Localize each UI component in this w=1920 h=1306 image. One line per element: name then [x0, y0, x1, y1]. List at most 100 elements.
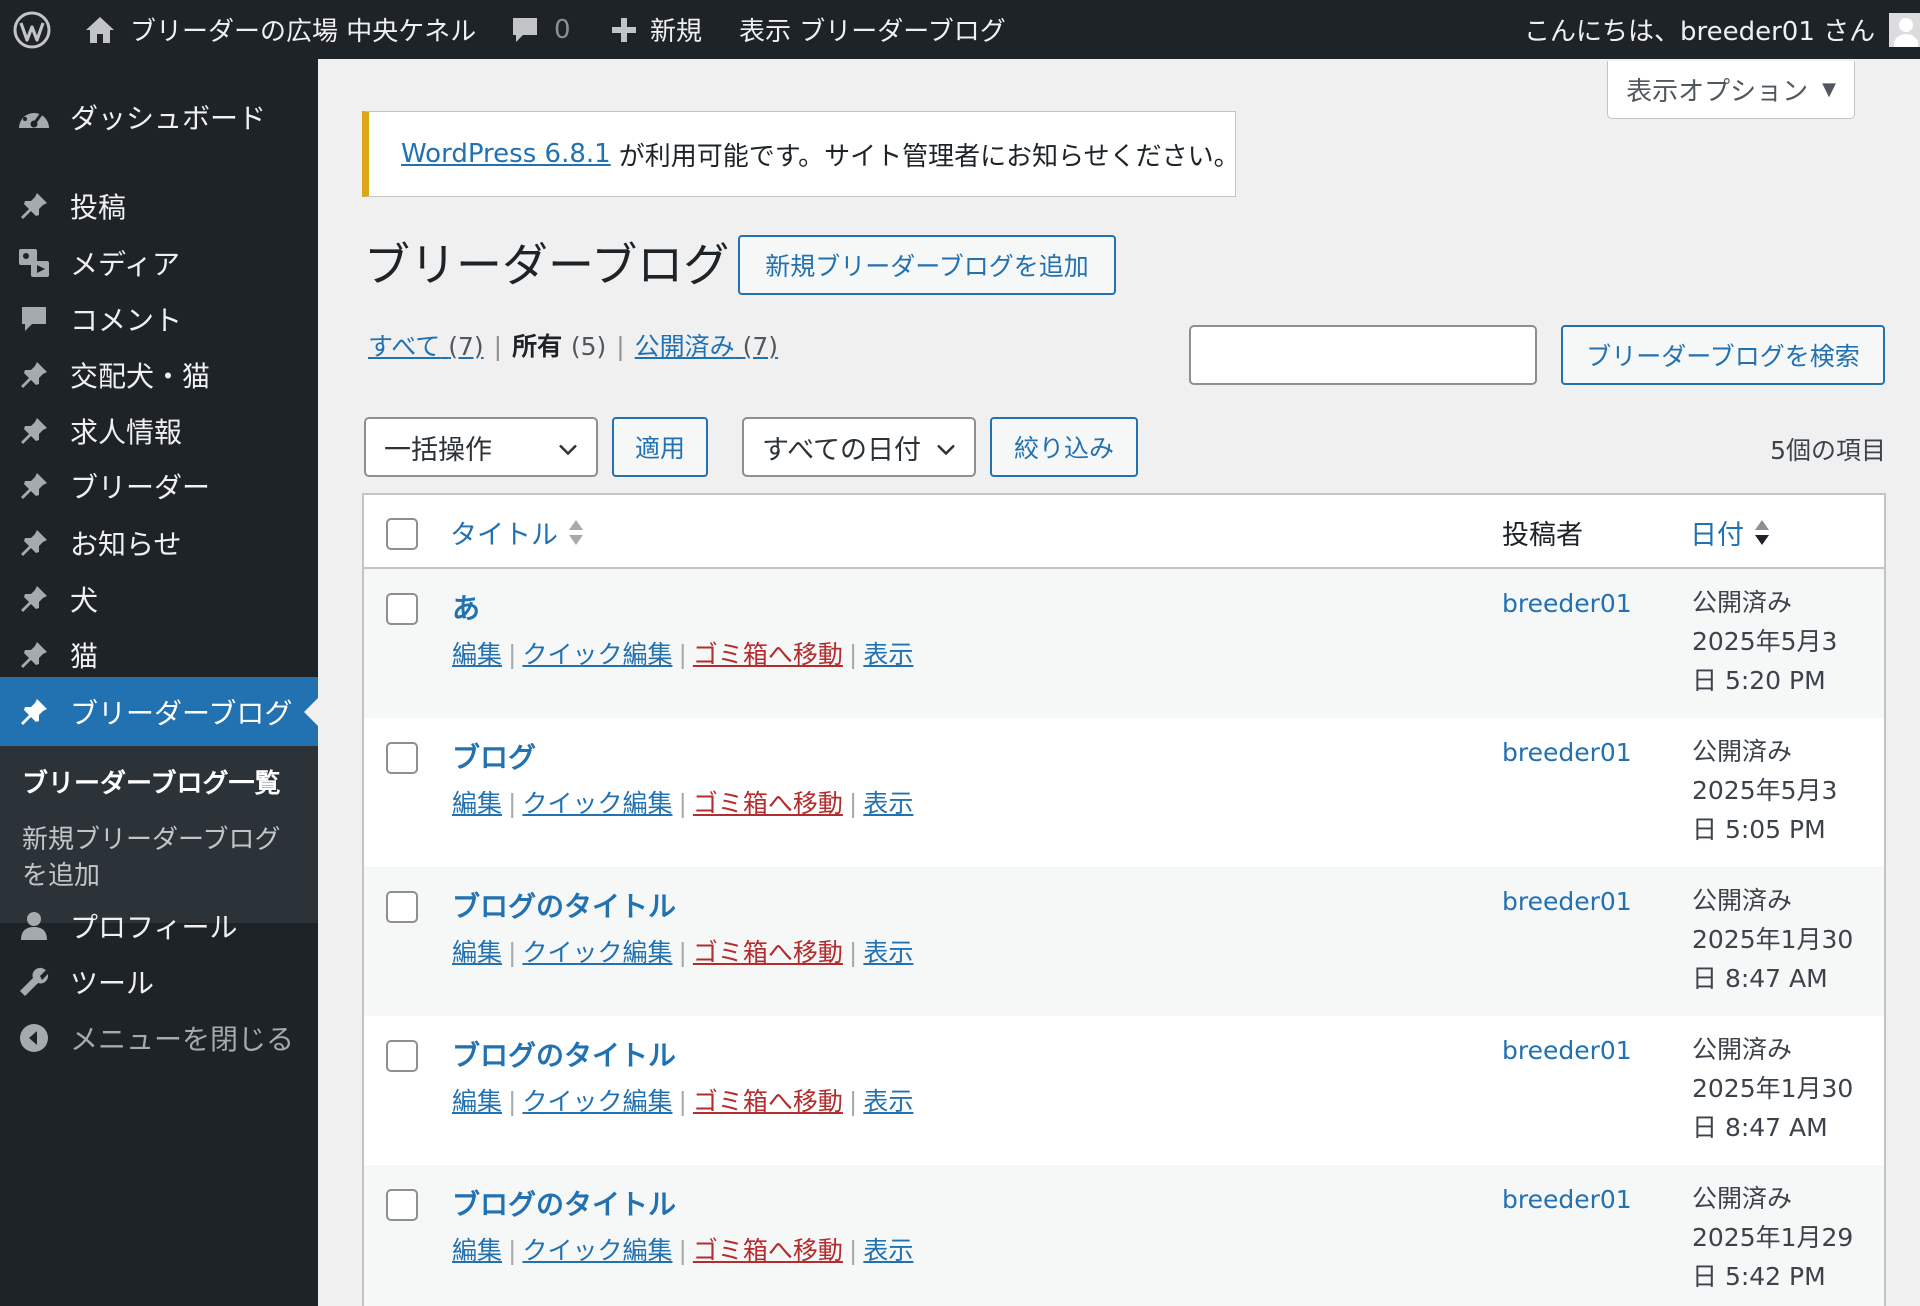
bulk-action-value: 一括操作 [384, 434, 492, 466]
edit-link[interactable]: 編集 [452, 1087, 502, 1116]
quick-edit-link[interactable]: クイック編集 [522, 938, 672, 967]
search-input[interactable] [1189, 325, 1537, 385]
column-date-label: 日付 [1690, 520, 1744, 551]
post-date: 公開済み 2025年5月3 日 5:20 PM [1692, 583, 1872, 700]
separator: | [508, 789, 517, 818]
edit-link[interactable]: 編集 [452, 938, 502, 967]
separator: | [678, 640, 687, 669]
table-row: ブログのタイトル 編集 | クイック編集 | ゴミ箱へ移動 | 表示 breeder01 公… [364, 1165, 1884, 1306]
separator: | [616, 332, 625, 361]
sort-by-title[interactable]: タイトル [450, 513, 584, 552]
author-link[interactable]: breeder01 [1502, 589, 1632, 618]
post-title-link[interactable]: ブログ [452, 736, 536, 776]
edit-link[interactable]: 編集 [452, 640, 502, 669]
row-checkbox[interactable] [386, 891, 418, 923]
filter-mine-link[interactable]: 所有 (5) [512, 332, 606, 361]
trash-link[interactable]: ゴミ箱へ移動 [693, 938, 843, 967]
bulk-action-select[interactable]: 一括操作 [364, 417, 598, 477]
avatar [1889, 12, 1920, 47]
sort-by-date[interactable]: 日付 [1690, 513, 1770, 552]
separator: | [508, 938, 517, 967]
comment-bubble-icon [510, 15, 540, 45]
date-line-2: 日 5:05 PM [1692, 815, 1826, 844]
menu-label: メディア [70, 248, 181, 281]
post-status: 公開済み [1692, 1035, 1793, 1064]
menu-label: お知らせ [70, 528, 182, 561]
post-title-link[interactable]: ブログのタイトル [452, 885, 676, 925]
menu-label: プロフィール [70, 911, 238, 944]
table-row: ブログ 編集 | クイック編集 | ゴミ箱へ移動 | 表示 breeder01 公開済み 2… [364, 718, 1884, 867]
trash-link[interactable]: ゴミ箱へ移動 [693, 640, 843, 669]
trash-link[interactable]: ゴミ箱へ移動 [693, 1087, 843, 1116]
edit-link[interactable]: 編集 [452, 1236, 502, 1265]
quick-edit-link[interactable]: クイック編集 [522, 789, 672, 818]
comment-icon [16, 301, 52, 337]
view-link[interactable]: 表示 [863, 1087, 913, 1116]
pin-icon [16, 413, 52, 449]
table-row: ブログのタイトル 編集 | クイック編集 | ゴミ箱へ移動 | 表示 breeder01 公… [364, 1016, 1884, 1165]
screen-options-button[interactable]: 表示オプション ▼ [1607, 61, 1855, 119]
notice-message: が利用可能です。サイト管理者にお知らせください。 [618, 141, 1240, 172]
row-checkbox[interactable] [386, 1040, 418, 1072]
apply-button[interactable]: 適用 [612, 417, 708, 477]
menu-label: コメント [70, 304, 183, 337]
home-icon [84, 15, 116, 45]
wordpress-logo-icon[interactable] [12, 0, 52, 59]
post-title-link[interactable]: あ [452, 587, 480, 627]
trash-link[interactable]: ゴミ箱へ移動 [693, 789, 843, 818]
my-account-link[interactable]: こんにちは、breeder01 さん [1524, 0, 1920, 59]
quick-edit-link[interactable]: クイック編集 [522, 1236, 672, 1265]
filter-mine-label: 所有 [512, 332, 563, 361]
author-link[interactable]: breeder01 [1502, 887, 1632, 916]
quick-edit-link[interactable]: クイック編集 [522, 640, 672, 669]
add-new-button[interactable]: 新規ブリーダーブログを追加 [738, 235, 1116, 295]
edit-link[interactable]: 編集 [452, 789, 502, 818]
filter-button[interactable]: 絞り込み [990, 417, 1138, 477]
row-checkbox[interactable] [386, 742, 418, 774]
separator: | [848, 1236, 858, 1265]
quick-edit-link[interactable]: クイック編集 [522, 1087, 672, 1116]
view-link[interactable]: 表示 [863, 789, 913, 818]
row-checkbox[interactable] [386, 593, 418, 625]
date-filter-select[interactable]: すべての日付 [742, 417, 976, 477]
filter-published-link[interactable]: 公開済み (7) [635, 332, 778, 361]
collapse-arrow-icon [16, 1020, 52, 1056]
view-link[interactable]: 表示 [863, 1236, 913, 1265]
new-content-link[interactable]: 新規 [610, 0, 702, 59]
filter-published-label: 公開済み [634, 332, 735, 361]
view-post-link[interactable]: 表示 ブリーダーブログ [739, 0, 1006, 59]
submenu-blog-list[interactable]: ブリーダーブログ一覧 [22, 766, 292, 802]
post-title-link[interactable]: ブログのタイトル [452, 1183, 676, 1223]
post-date: 公開済み 2025年5月3 日 5:05 PM [1692, 732, 1872, 849]
collapse-menu-button[interactable]: メニューを閉じる [0, 1004, 318, 1072]
row-checkbox[interactable] [386, 1189, 418, 1221]
separator: | [678, 938, 687, 967]
menu-label: 投稿 [70, 191, 127, 224]
date-line-1: 2025年5月3 [1692, 627, 1838, 656]
separator: | [848, 640, 858, 669]
trash-link[interactable]: ゴミ箱へ移動 [693, 1236, 843, 1265]
comments-link[interactable]: 0 [510, 0, 571, 59]
posts-table: タイトル 投稿者 日付 あ 編集|クイック編集|ゴミ箱へ移動|表示 [362, 493, 1886, 1306]
menu-label: ブリーダーブログ [70, 696, 293, 730]
submenu-add-new[interactable]: 新規ブリーダーブログを追加 [22, 822, 292, 894]
author-link[interactable]: breeder01 [1502, 1036, 1632, 1065]
select-all-checkbox[interactable] [386, 518, 418, 550]
menu-dashboard[interactable]: ダッシュボード [0, 83, 318, 151]
author-link[interactable]: breeder01 [1502, 1185, 1632, 1214]
greeting-label: こんにちは、breeder01 さん [1524, 17, 1876, 47]
view-link[interactable]: 表示 [863, 640, 913, 669]
menu-label: 求人情報 [70, 416, 183, 449]
site-name-link[interactable]: ブリーダーの広場 中央ケネル [84, 0, 476, 59]
separator: | [848, 938, 858, 967]
menu-breeder-blog[interactable]: ブリーダーブログ [0, 677, 318, 746]
filter-all-link[interactable]: すべて (7) [368, 332, 484, 361]
separator: | [848, 789, 858, 818]
search-button[interactable]: ブリーダーブログを検索 [1561, 325, 1885, 385]
media-icon [16, 245, 52, 281]
author-link[interactable]: breeder01 [1502, 738, 1632, 767]
view-link[interactable]: 表示 [863, 938, 913, 967]
wrench-icon [16, 964, 52, 1000]
post-title-link[interactable]: ブログのタイトル [452, 1034, 676, 1074]
wordpress-version-link[interactable]: WordPress 6.8.1 [401, 139, 611, 169]
